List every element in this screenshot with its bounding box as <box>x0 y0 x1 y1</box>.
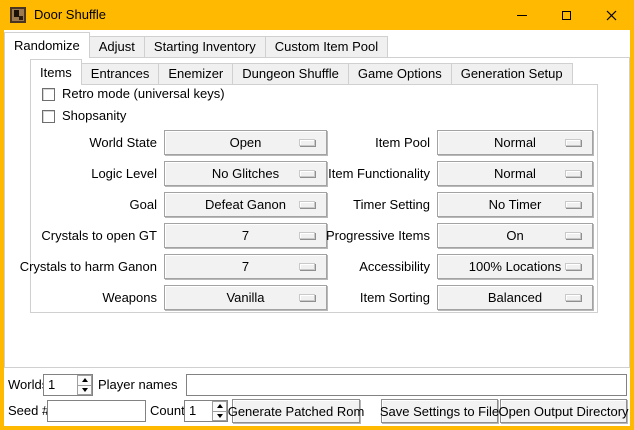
optionmenu-value: Balanced <box>488 286 542 309</box>
label-accessibility: Accessibility <box>304 254 430 279</box>
app-window: Door Shuffle RandomizeAdjustStarting Inv… <box>0 0 634 430</box>
label-crystals-to-open-gt: Crystals to open GT <box>4 223 157 248</box>
label-item-sorting: Item Sorting <box>304 285 430 310</box>
seed-input[interactable] <box>47 400 146 422</box>
optionmenu-logic-level[interactable]: No Glitches <box>164 161 327 186</box>
subtab-game-options[interactable]: Game Options <box>348 63 452 84</box>
tab-randomize[interactable]: Randomize <box>4 32 90 58</box>
title-bar[interactable]: Door Shuffle <box>0 0 634 30</box>
open-output-directory-button[interactable]: Open Output Directory <box>500 399 627 423</box>
arrow-down-icon <box>82 388 88 392</box>
optionmenu-value: Vanilla <box>226 286 264 309</box>
label-logic-level: Logic Level <box>4 161 157 186</box>
dropdown-indicator-icon <box>565 263 581 270</box>
optionmenu-timer-setting[interactable]: No Timer <box>437 192 593 217</box>
label-crystals-to-harm-ganon: Crystals to harm Ganon <box>4 254 157 279</box>
count-label: Count <box>150 400 185 422</box>
count-spin-down-button[interactable] <box>212 411 227 422</box>
optionmenu-value: Normal <box>494 131 536 154</box>
player-names-input[interactable] <box>186 374 627 396</box>
optionmenu-value: No Glitches <box>212 162 279 185</box>
optionmenu-crystals-to-harm-ganon[interactable]: 7 <box>164 254 327 279</box>
main-tab-bar: RandomizeAdjustStarting InventoryCustom … <box>4 30 388 57</box>
arrow-up-icon <box>217 404 223 408</box>
optionmenu-value: On <box>506 224 523 247</box>
arrow-up-icon <box>82 378 88 382</box>
optionmenu-value: No Timer <box>489 193 542 216</box>
optionmenu-progressive-items[interactable]: On <box>437 223 593 248</box>
optionmenu-value: 100% Locations <box>469 255 562 278</box>
optionmenu-item-functionality[interactable]: Normal <box>437 161 593 186</box>
worlds-spinbox[interactable]: 1 <box>43 374 93 396</box>
tab-adjust[interactable]: Adjust <box>89 36 145 57</box>
optionmenu-value: 7 <box>242 224 249 247</box>
close-icon <box>606 10 617 21</box>
minimize-button[interactable] <box>499 0 544 30</box>
dropdown-indicator-icon <box>565 139 581 146</box>
subtab-entrances[interactable]: Entrances <box>81 63 160 84</box>
checkbox-row-retro-mode-universal-keys: Retro mode (universal keys) <box>42 87 225 101</box>
optionmenu-goal[interactable]: Defeat Ganon <box>164 192 327 217</box>
label-goal: Goal <box>4 192 157 217</box>
dropdown-indicator-icon <box>565 232 581 239</box>
dropdown-indicator-icon <box>565 201 581 208</box>
optionmenu-value: Normal <box>494 162 536 185</box>
checkbox-shopsanity[interactable] <box>42 110 55 123</box>
maximize-icon <box>562 11 571 20</box>
worlds-spin-down-button[interactable] <box>77 385 92 396</box>
window-title: Door Shuffle <box>34 0 106 30</box>
optionmenu-crystals-to-open-gt[interactable]: 7 <box>164 223 327 248</box>
optionmenu-value: Defeat Ganon <box>205 193 286 216</box>
label-timer-setting: Timer Setting <box>304 192 430 217</box>
subtab-enemizer[interactable]: Enemizer <box>158 63 233 84</box>
optionmenu-weapons[interactable]: Vanilla <box>164 285 327 310</box>
generate-patched-rom-button[interactable]: Generate Patched Rom <box>232 399 360 423</box>
checkbox-retro-mode-universal-keys[interactable] <box>42 88 55 101</box>
checkbox-row-shopsanity: Shopsanity <box>42 109 126 123</box>
player-names-label: Player names <box>98 374 177 396</box>
worlds-value: 1 <box>48 375 55 395</box>
label-item-functionality: Item Functionality <box>304 161 430 186</box>
icon-mark <box>19 16 23 20</box>
label-world-state: World State <box>4 130 157 155</box>
seed-label: Seed # <box>8 400 49 422</box>
optionmenu-value: 7 <box>242 255 249 278</box>
count-spinbox[interactable]: 1 <box>184 400 228 422</box>
optionmenu-world-state[interactable]: Open <box>164 130 327 155</box>
maximize-button[interactable] <box>544 0 589 30</box>
optionmenu-value: Open <box>230 131 262 154</box>
tab-custom-item-pool[interactable]: Custom Item Pool <box>265 36 388 57</box>
arrow-down-icon <box>217 414 223 418</box>
subtab-items[interactable]: Items <box>30 59 82 85</box>
label-item-pool: Item Pool <box>304 130 430 155</box>
optionmenu-item-pool[interactable]: Normal <box>437 130 593 155</box>
close-button[interactable] <box>589 0 634 30</box>
dropdown-indicator-icon <box>565 170 581 177</box>
label-progressive-items: Progressive Items <box>304 223 430 248</box>
optionmenu-item-sorting[interactable]: Balanced <box>437 285 593 310</box>
app-icon <box>10 7 26 23</box>
count-value: 1 <box>189 401 196 421</box>
save-settings-button[interactable]: Save Settings to File <box>381 399 498 423</box>
dropdown-indicator-icon <box>565 294 581 301</box>
sub-tab-bar: ItemsEntrancesEnemizerDungeon ShuffleGam… <box>30 58 573 84</box>
subtab-dungeon-shuffle[interactable]: Dungeon Shuffle <box>232 63 349 84</box>
minimize-icon <box>517 15 527 16</box>
client-area: RandomizeAdjustStarting InventoryCustom … <box>4 30 630 426</box>
checkbox-label: Shopsanity <box>62 109 126 123</box>
label-weapons: Weapons <box>4 285 157 310</box>
subtab-generation-setup[interactable]: Generation Setup <box>451 63 573 84</box>
checkbox-label: Retro mode (universal keys) <box>62 87 225 101</box>
tab-starting-inventory[interactable]: Starting Inventory <box>144 36 266 57</box>
optionmenu-accessibility[interactable]: 100% Locations <box>437 254 593 279</box>
